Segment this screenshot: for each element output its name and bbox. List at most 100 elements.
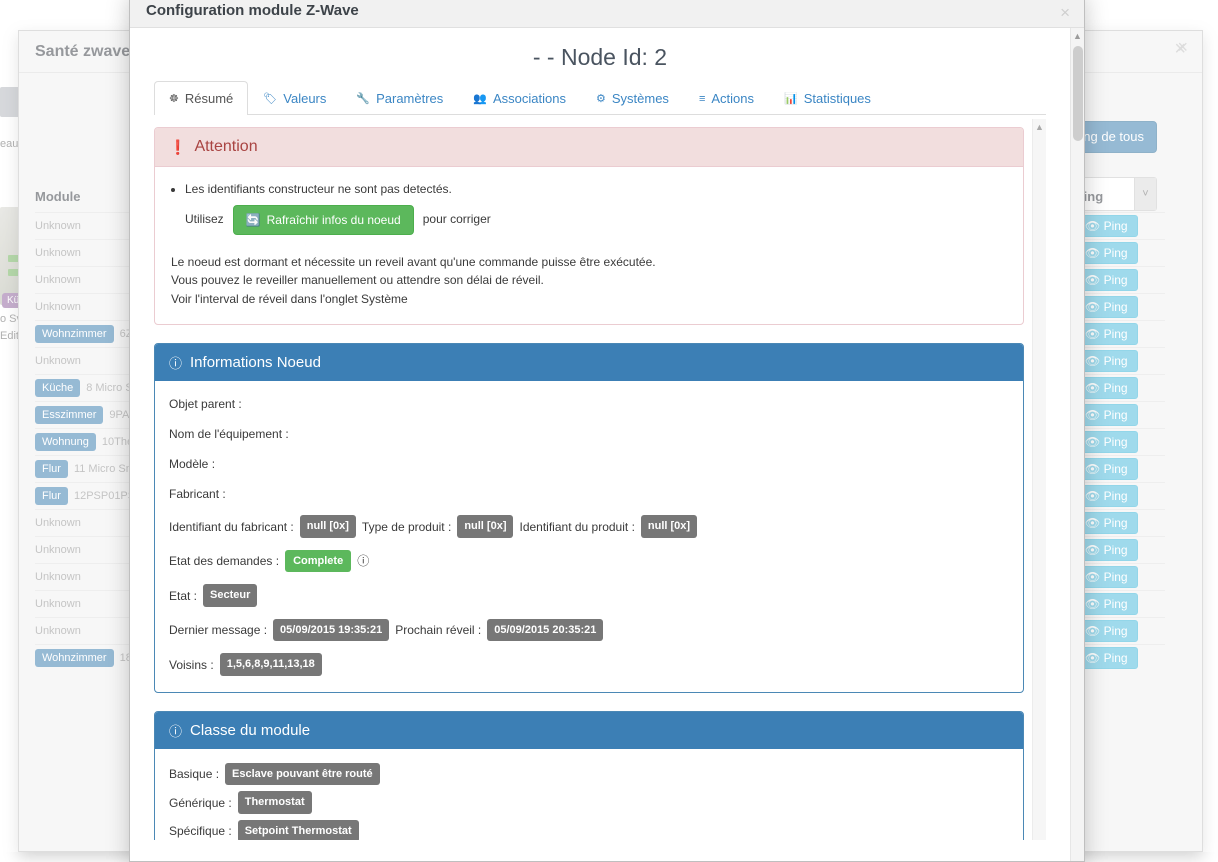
id-fabricant-label: Identifiant du fabricant : <box>169 518 294 536</box>
generique-label: Générique : <box>169 794 232 812</box>
tab-pane-resume: ▲ ❗ Attention Les identifiants construct… <box>154 115 1046 840</box>
module-class-panel: ⓘ Classe du module Basique : Esclave pou… <box>154 711 1024 840</box>
zwave-modal-close-icon[interactable]: × <box>1060 4 1070 21</box>
fabricant-line: Fabricant : <box>169 485 1009 503</box>
attention-panel-body: Les identifiants constructeur ne sont pa… <box>155 167 1023 324</box>
id-produit-value: null [0x] <box>641 515 697 538</box>
sleep-note: Le noeud est dormant et nécessite un rev… <box>169 253 1009 309</box>
sleep-line-3: Voir l'interval de réveil dans l'onglet … <box>171 290 1009 309</box>
id-fabricant-value: null [0x] <box>300 515 356 538</box>
modele-line: Modèle : <box>169 455 1009 473</box>
pour-corriger-label: pour corriger <box>423 209 491 231</box>
tab-rsum[interactable]: ☸ Résumé <box>154 81 248 115</box>
tab-label: Systèmes <box>612 91 669 106</box>
basique-value: Esclave pouvant être routé <box>225 763 380 786</box>
refresh-icon: 🔄 <box>246 213 261 227</box>
attention-panel: ❗ Attention Les identifiants constructeu… <box>154 127 1024 325</box>
type-produit-label: Type de produit : <box>362 518 451 536</box>
etat-demandes-line: Etat des demandes : Complete ⓘ <box>169 550 1009 573</box>
dashboard-icon: ☸ <box>169 92 179 105</box>
scroll-up-icon[interactable]: ▲ <box>1071 31 1084 41</box>
generique-value: Thermostat <box>238 791 312 814</box>
tab-associations[interactable]: 👥 Associations <box>458 81 581 115</box>
module-class-title: Classe du module <box>190 722 310 739</box>
tab-label: Statistiques <box>804 91 871 106</box>
nom-equipement-label: Nom de l'équipement : <box>169 425 289 443</box>
utilisez-label: Utilisez <box>185 209 224 231</box>
basique-label: Basique : <box>169 765 219 783</box>
nom-equipement-line: Nom de l'équipement : <box>169 425 1009 443</box>
type-produit-value: null [0x] <box>457 515 513 538</box>
tab-label: Résumé <box>185 91 233 106</box>
zwave-modal-body: ▲ - - Node Id: 2 ☸ Résumé 🏷 Valeurs 🔧 Paramèt… <box>130 28 1084 861</box>
id-produit-label: Identifiant du produit : <box>519 518 634 536</box>
tag-icon: 🏷 <box>263 92 277 105</box>
refresh-node-line: Utilisez 🔄 Rafraîchir infos du noeud pou… <box>185 205 1009 235</box>
generique-line: Générique : Thermostat <box>169 791 1009 814</box>
dernier-message-label: Dernier message : <box>169 621 267 639</box>
etat-demandes-label: Etat des demandes : <box>169 552 279 570</box>
tab-bar: ☸ Résumé 🏷 Valeurs 🔧 Paramètres 👥 Associations ⚙… <box>154 81 1046 115</box>
prochain-reveil-label: Prochain réveil : <box>395 621 481 639</box>
tab-actions[interactable]: ≡ Actions <box>684 81 769 115</box>
objet-parent-label: Objet parent : <box>169 395 242 413</box>
tab-label: Actions <box>711 91 754 106</box>
node-info-panel-header: ⓘ Informations Noeud <box>155 344 1023 381</box>
tab-paramtres[interactable]: 🔧 Paramètres <box>341 81 458 115</box>
scrollbar-thumb[interactable] <box>1073 46 1083 141</box>
tab-statistiques[interactable]: 📊Statistiques <box>769 81 886 115</box>
attention-panel-header: ❗ Attention <box>155 128 1023 167</box>
sleep-line-1: Le noeud est dormant et nécessite un rev… <box>171 253 1009 272</box>
identifiers-line: Identifiant du fabricant : null [0x] Typ… <box>169 515 1009 538</box>
attention-bullet-text: Les identifiants constructeur ne sont pa… <box>185 179 1009 201</box>
zwave-config-modal: Configuration module Z-Wave × ▲ - - Node… <box>129 0 1085 862</box>
module-class-panel-body: Basique : Esclave pouvant être routé Gén… <box>155 749 1023 840</box>
tab-systmes[interactable]: ⚙ Systèmes <box>581 81 684 115</box>
node-info-title: Informations Noeud <box>190 354 321 371</box>
exclamation-circle-icon: ❗ <box>169 139 186 156</box>
users-icon: 👥 <box>473 92 487 105</box>
attention-bullet-item: Les identifiants constructeur ne sont pa… <box>185 179 1009 235</box>
voisins-label: Voisins : <box>169 656 214 674</box>
node-title: - - Node Id: 2 <box>154 28 1046 81</box>
inner-scrollbar[interactable]: ▲ <box>1032 119 1046 840</box>
info-circle-icon: ⓘ <box>169 721 182 740</box>
messages-line: Dernier message : 05/09/2015 19:35:21 Pr… <box>169 619 1009 642</box>
etat-value: Secteur <box>203 584 257 607</box>
objet-parent-line: Objet parent : <box>169 395 1009 413</box>
info-circle-icon: ⓘ <box>169 353 182 372</box>
dernier-message-value: 05/09/2015 19:35:21 <box>273 619 389 642</box>
etat-label: Etat : <box>169 587 197 605</box>
attention-bullet-list: Les identifiants constructeur ne sont pa… <box>169 179 1009 235</box>
voisins-line: Voisins : 1,5,6,8,9,11,13,18 <box>169 653 1009 676</box>
etat-line: Etat : Secteur <box>169 584 1009 607</box>
inner-scroll-up-icon[interactable]: ▲ <box>1033 122 1046 132</box>
tab-label: Valeurs <box>283 91 326 106</box>
prochain-reveil-value: 05/09/2015 20:35:21 <box>487 619 603 642</box>
specifique-value: Setpoint Thermostat <box>238 820 359 840</box>
voisins-value: 1,5,6,8,9,11,13,18 <box>220 653 322 676</box>
sleep-line-2: Vous pouvez le reveiller manuellement ou… <box>171 271 1009 290</box>
etat-demandes-value: Complete <box>285 550 351 573</box>
modal-scrollbar[interactable]: ▲ <box>1070 28 1084 861</box>
info-tooltip-icon[interactable]: ⓘ <box>357 552 369 570</box>
tab-valeurs[interactable]: 🏷 Valeurs <box>248 81 341 115</box>
module-class-panel-header: ⓘ Classe du module <box>155 712 1023 749</box>
node-info-panel: ⓘ Informations Noeud Objet parent : Nom … <box>154 343 1024 693</box>
refresh-node-info-button[interactable]: 🔄 Rafraîchir infos du noeud <box>233 205 414 235</box>
fabricant-label: Fabricant : <box>169 485 226 503</box>
specifique-label: Spécifique : <box>169 822 232 840</box>
specifique-line: Spécifique : Setpoint Thermostat <box>169 820 1009 840</box>
node-info-panel-body: Objet parent : Nom de l'équipement : Mod… <box>155 381 1023 692</box>
basique-line: Basique : Esclave pouvant être routé <box>169 763 1009 786</box>
gears-icon: ⚙ <box>596 92 606 105</box>
zwave-modal-content: - - Node Id: 2 ☸ Résumé 🏷 Valeurs 🔧 Paramètre… <box>130 28 1070 861</box>
refresh-node-info-label: Rafraîchir infos du noeud <box>267 213 401 227</box>
sliders-icon: ≡ <box>699 93 705 105</box>
zwave-modal-title: Configuration module Z-Wave <box>146 2 359 19</box>
zwave-modal-header: Configuration module Z-Wave × <box>130 0 1084 28</box>
tab-label: Paramètres <box>376 91 443 106</box>
wrench-icon: 🔧 <box>356 92 370 105</box>
tab-label: Associations <box>493 91 566 106</box>
modele-label: Modèle : <box>169 455 215 473</box>
